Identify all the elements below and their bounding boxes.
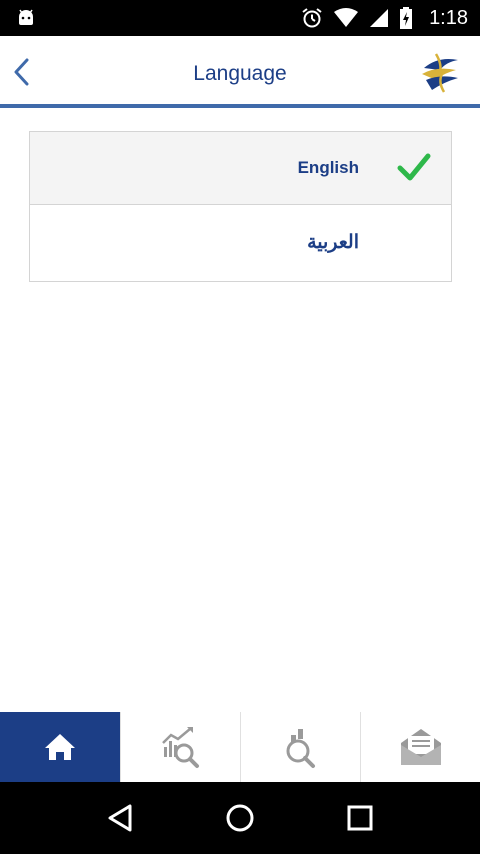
language-option-english[interactable]: English [30,132,451,205]
app-header: Language [0,36,480,108]
chart-search-icon [161,727,199,768]
battery-icon [400,7,413,29]
money-search-icon [286,729,315,768]
signal-icon [370,9,389,27]
language-list: English العربية [29,131,452,282]
alarm-icon [302,8,322,28]
tab-home[interactable] [0,712,120,782]
triangle-back-icon [108,804,132,832]
bottom-nav [0,712,480,782]
header-divider [0,104,480,108]
language-option-arabic[interactable]: العربية [30,205,451,279]
system-recents-button[interactable] [340,798,380,838]
status-time: 1:18 [429,6,468,29]
tab-money-search[interactable] [240,712,360,782]
tab-chart-search[interactable] [120,712,240,782]
square-recents-icon [347,805,373,831]
checkmark-icon [397,153,431,181]
home-icon [45,734,75,760]
system-home-button[interactable] [220,798,260,838]
page-title: Language [193,62,287,85]
language-label: العربية [307,232,359,253]
wifi-icon [334,8,359,27]
mail-icon [400,729,441,765]
system-back-button[interactable] [100,798,140,838]
tab-mail[interactable] [360,712,480,782]
bank-logo [422,53,458,93]
android-icon [19,9,33,25]
status-bar: 1:18 [0,0,480,36]
system-nav-bar [0,782,480,854]
language-label: English [297,158,359,177]
circle-home-icon [226,804,254,832]
